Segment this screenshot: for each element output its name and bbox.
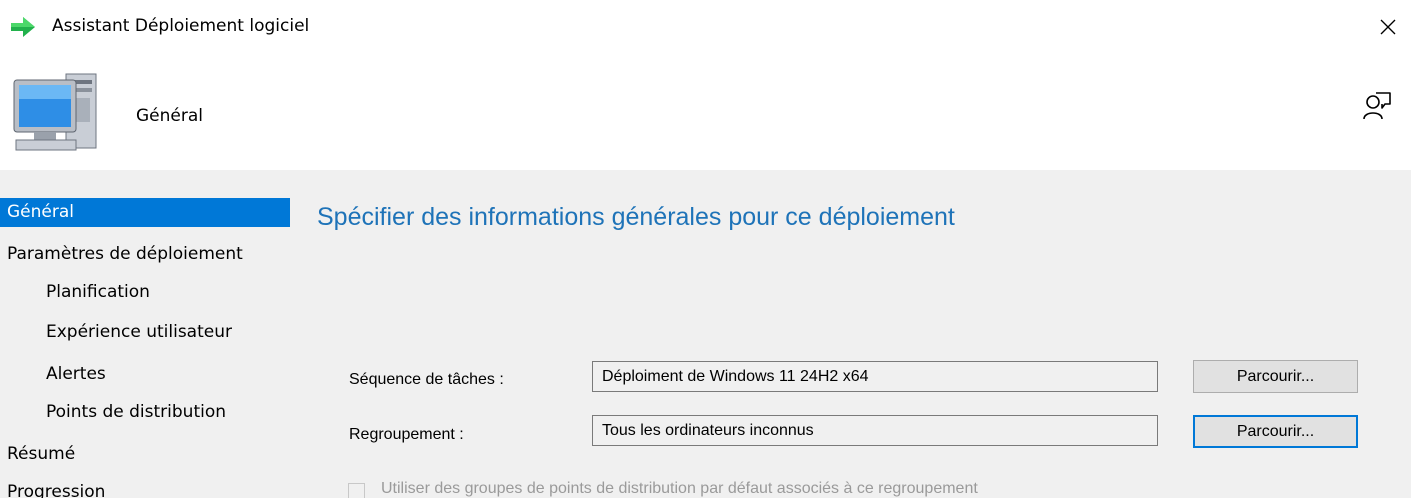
collection-browse-button[interactable]: Parcourir... — [1193, 415, 1358, 448]
default-dp-groups-label: Utiliser des groupes de points de distri… — [381, 480, 978, 497]
nav-item-distribution-points[interactable]: Points de distribution — [0, 398, 290, 427]
nav-item-summary[interactable]: Résumé — [0, 440, 290, 469]
section-heading: Spécifier des informations générales pou… — [317, 203, 955, 231]
green-arrow-icon — [11, 17, 35, 37]
close-icon — [1380, 19, 1396, 35]
help-person-icon[interactable] — [1362, 90, 1392, 120]
page-title: Général — [136, 106, 203, 126]
nav-item-deployment-settings[interactable]: Paramètres de déploiement — [0, 240, 290, 269]
nav-item-scheduling[interactable]: Planification — [0, 278, 290, 307]
main-panel: Spécifier des informations générales pou… — [293, 170, 1411, 498]
computer-icon — [13, 73, 97, 151]
collection-field[interactable]: Tous les ordinateurs inconnus — [592, 415, 1158, 446]
task-sequence-label: Séquence de tâches : — [349, 371, 504, 388]
task-sequence-field[interactable]: Déploiment de Windows 11 24H2 x64 — [592, 361, 1158, 392]
nav-item-general[interactable]: Général — [0, 198, 290, 227]
nav-item-user-experience[interactable]: Expérience utilisateur — [0, 318, 290, 347]
nav-item-progress[interactable]: Progression — [0, 478, 290, 498]
window-title: Assistant Déploiement logiciel — [52, 16, 310, 36]
wizard-header: Général — [0, 54, 1411, 170]
wizard-window: Assistant Déploiement logiciel Général G… — [0, 0, 1411, 498]
collection-label: Regroupement : — [349, 426, 464, 443]
close-button[interactable] — [1365, 0, 1411, 54]
title-bar: Assistant Déploiement logiciel — [0, 0, 1411, 54]
task-sequence-browse-button[interactable]: Parcourir... — [1193, 360, 1358, 393]
default-dp-groups-checkbox[interactable] — [348, 483, 365, 498]
wizard-step-nav: Général Paramètres de déploiement Planif… — [0, 170, 290, 498]
nav-item-alerts[interactable]: Alertes — [0, 360, 290, 389]
